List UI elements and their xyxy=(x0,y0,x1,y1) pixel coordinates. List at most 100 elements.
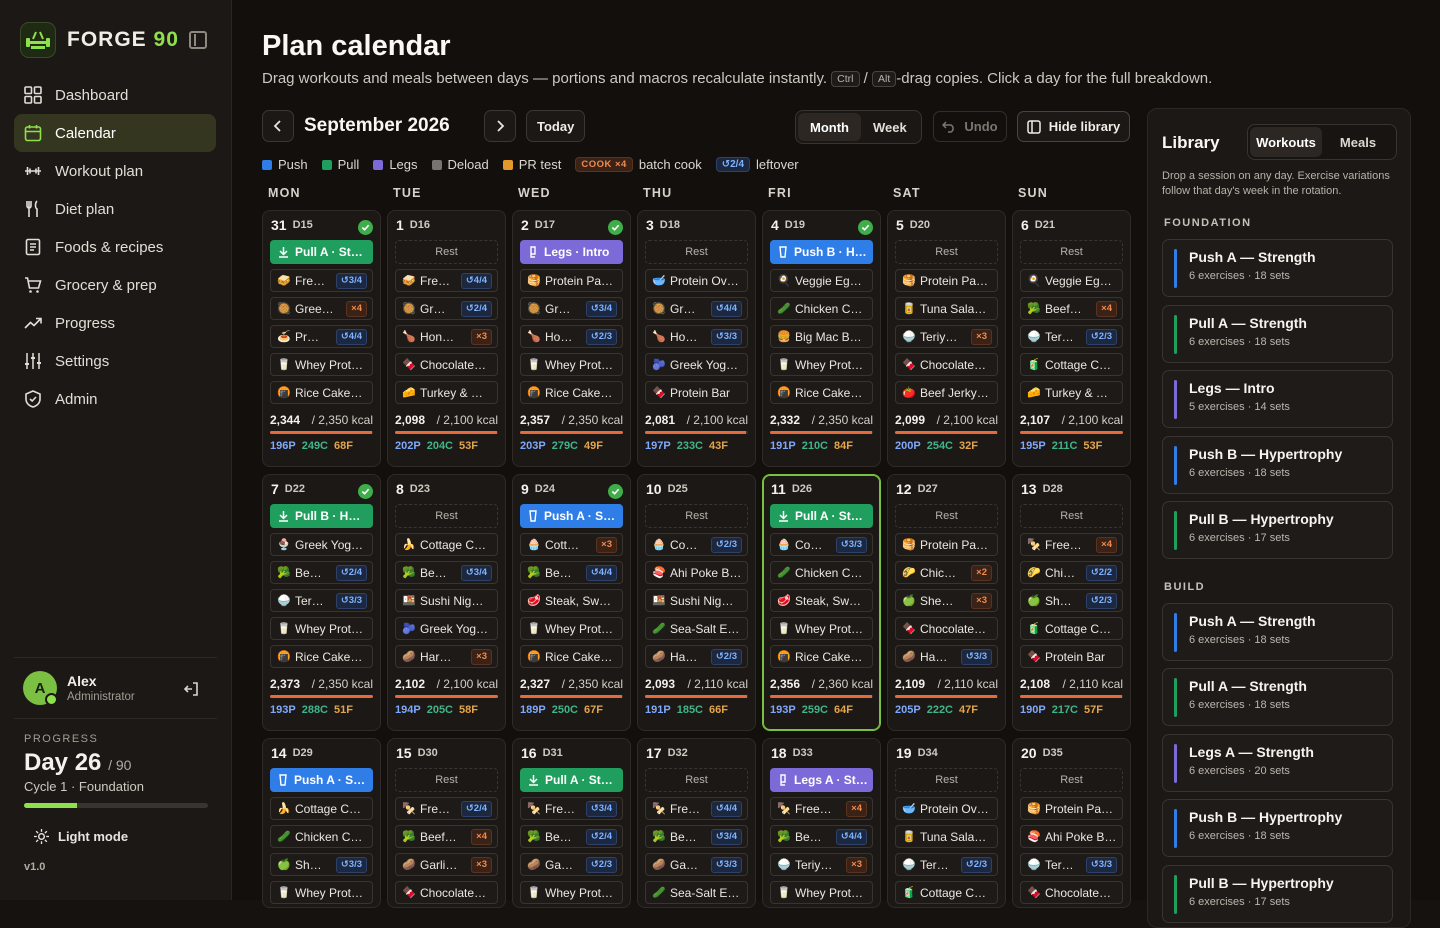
meal-chip[interactable]: 🍣 Ahi Poke B… xyxy=(1020,825,1123,848)
calendar-day[interactable]: 19 D34 Rest 🥣 Protein Ov… 🥫 Tuna Sala… 🍚 Ter… ↺2/… xyxy=(887,738,1006,908)
meal-chip[interactable]: 🍫 Protein Bar xyxy=(645,381,748,404)
meal-chip[interactable]: 🍫 Chocolate… xyxy=(395,881,498,904)
rest-day-slot[interactable]: Rest xyxy=(395,768,498,792)
meal-chip[interactable]: 🥔 Ha… ↺2/3 xyxy=(645,645,748,668)
library-workout-item[interactable]: Push B — Hypertrophy 6 exercises · 18 set… xyxy=(1162,435,1393,494)
calendar-day[interactable]: 18 D33 Legs A · St… 🍢 Free… ×4 🥦 Be… ↺4/4 🍚 Teriy…… xyxy=(762,738,881,908)
meal-chip[interactable]: 🍝 Pr… ↺4/4 xyxy=(270,325,373,348)
meal-chip[interactable]: 🥞 Protein Pa… xyxy=(520,269,623,292)
meal-chip[interactable]: 🥛 Whey Prot… xyxy=(770,881,873,904)
meal-chip[interactable]: 🍢 Free… ×4 xyxy=(1020,533,1123,556)
calendar-day[interactable]: 16 D31 Pull A · St… 🍢 Fre… ↺3/4 🥦 Be… ↺2/4 🥔 Ga… ↺2… xyxy=(512,738,631,908)
meal-chip[interactable]: 🥦 Beef… ×4 xyxy=(395,825,498,848)
today-button[interactable]: Today xyxy=(526,110,586,142)
meal-chip[interactable]: 🥘 Gr… ↺3/4 xyxy=(520,297,623,320)
sidebar-item-admin[interactable]: Admin xyxy=(14,380,216,418)
meal-chip[interactable]: 🥛 Whey Prot… xyxy=(270,617,373,640)
rest-day-slot[interactable]: Rest xyxy=(395,504,498,528)
workout-chip[interactable]: Pull A · St… xyxy=(520,768,623,792)
meal-chip[interactable]: 🥫 Tuna Sala… xyxy=(895,297,998,320)
calendar-day[interactable]: 15 D30 Rest 🍢 Fre… ↺2/4 🥦 Beef… ×4 🥔 Garli… ×3 🍫 Choc… xyxy=(387,738,506,908)
meal-chip[interactable]: 🥩 Steak, Sw… xyxy=(520,589,623,612)
rest-day-slot[interactable]: Rest xyxy=(895,240,998,264)
sidebar-item-foods-recipes[interactable]: Foods & recipes xyxy=(14,228,216,266)
undo-button[interactable]: Undo xyxy=(933,111,1007,142)
meal-chip[interactable]: 🥛 Whey Prot… xyxy=(770,353,873,376)
calendar-day[interactable]: 17 D32 Rest 🍢 Fre… ↺4/4 🥦 Be… ↺3/4 🥔 Ga… ↺3/3 🥒 Sea-S… xyxy=(637,738,756,908)
library-workout-item[interactable]: Pull B — Hypertrophy 6 exercises · 17 set… xyxy=(1162,501,1393,559)
workout-chip[interactable]: Legs · Intro xyxy=(520,240,623,264)
calendar-day[interactable]: 2 D17 Legs · Intro 🥞 Protein Pa… 🥘 Gr… ↺3/4 🍗 Ho…… xyxy=(512,210,631,467)
meal-chip[interactable]: 🧁 Co… ↺2/3 xyxy=(645,533,748,556)
meal-chip[interactable]: 🥒 Chicken C… xyxy=(770,297,873,320)
meal-chip[interactable]: 🍚 Ter… ↺3/3 xyxy=(270,589,373,612)
meal-chip[interactable]: 🍚 Ter… ↺2/3 xyxy=(895,853,998,876)
calendar-day[interactable]: 8 D23 Rest 🍌 Cottage C… 🥦 Be… ↺3/4 🍱 Sushi Nig… 🫐 G… xyxy=(387,474,506,731)
rest-day-slot[interactable]: Rest xyxy=(1020,240,1123,264)
meal-chip[interactable]: 🍗 Ho… ↺3/3 xyxy=(645,325,748,348)
meal-chip[interactable]: 🥘 Gr… ↺4/4 xyxy=(645,297,748,320)
meal-chip[interactable]: 🍗 Hon… ×3 xyxy=(395,325,498,348)
rest-day-slot[interactable]: Rest xyxy=(645,768,748,792)
hide-library-button[interactable]: Hide library xyxy=(1017,111,1130,142)
library-workout-item[interactable]: Pull A — Strength 6 exercises · 18 sets xyxy=(1162,668,1393,726)
meal-chip[interactable]: 🥦 Be… ↺4/4 xyxy=(770,825,873,848)
meal-chip[interactable]: 🍌 Cottage C… xyxy=(395,533,498,556)
workout-chip[interactable]: Push A · S… xyxy=(270,768,373,792)
prev-month-button[interactable] xyxy=(262,110,294,142)
calendar-day[interactable]: 13 D28 Rest 🍢 Free… ×4 🌮 Chi… ↺2/2 🍏 Sh… ↺2/3 🧃 Cotta… xyxy=(1012,474,1131,731)
sidebar-item-grocery-prep[interactable]: Grocery & prep xyxy=(14,266,216,304)
sidebar-item-settings[interactable]: Settings xyxy=(14,342,216,380)
meal-chip[interactable]: 🥞 Protein Pa… xyxy=(1020,797,1123,820)
workout-chip[interactable]: Pull A · St… xyxy=(270,240,373,264)
meal-chip[interactable]: 🥘 Gr… ↺2/4 xyxy=(395,297,498,320)
meal-chip[interactable]: 🥦 Beef… ×4 xyxy=(1020,297,1123,320)
calendar-day[interactable]: 14 D29 Push A · S… 🍌 Cottage C… 🥒 Chicken C… 🍏 S… xyxy=(262,738,381,908)
meal-chip[interactable]: 🌮 Chi… ↺2/2 xyxy=(1020,561,1123,584)
rest-day-slot[interactable]: Rest xyxy=(1020,504,1123,528)
calendar-day[interactable]: 3 D18 Rest 🥣 Protein Ov… 🥘 Gr… ↺4/4 🍗 Ho… ↺3/3 🫐 Gre… xyxy=(637,210,756,467)
meal-chip[interactable]: 🥛 Whey Prot… xyxy=(520,617,623,640)
meal-chip[interactable]: 🧃 Cottage C… xyxy=(1020,353,1123,376)
meal-chip[interactable]: 🥞 Protein Pa… xyxy=(895,269,998,292)
meal-chip[interactable]: 🥒 Chicken C… xyxy=(270,825,373,848)
meal-chip[interactable]: 🍚 Ter… ↺3/3 xyxy=(1020,853,1123,876)
view-month-button[interactable]: Month xyxy=(798,113,861,141)
meal-chip[interactable]: 🧁 Cott… ×3 xyxy=(520,533,623,556)
meal-chip[interactable]: 🍫 Protein Bar xyxy=(1020,645,1123,668)
meal-chip[interactable]: 🍌 Cottage C… xyxy=(270,797,373,820)
rest-day-slot[interactable]: Rest xyxy=(395,240,498,264)
calendar-day[interactable]: 6 D21 Rest 🍳 Veggie Eg… 🥦 Beef… ×4 🍚 Ter… ↺2/3 🧃 Cot… xyxy=(1012,210,1131,467)
meal-chip[interactable]: 🍅 Beef Jerky… xyxy=(895,381,998,404)
meal-chip[interactable]: 🥔 Ga… ↺3/3 xyxy=(645,853,748,876)
calendar-day[interactable]: 4 D19 Push B · H… 🍳 Veggie Eg… 🥒 Chicken C… 🍔 Bi… xyxy=(762,210,881,467)
meal-chip[interactable]: 🥦 Be… ↺4/4 xyxy=(520,561,623,584)
meal-chip[interactable]: 🍏 Sh… ↺3/3 xyxy=(270,853,373,876)
meal-chip[interactable]: 🥪 Fre… ↺3/4 xyxy=(270,269,373,292)
workout-chip[interactable]: Push B · H… xyxy=(770,240,873,264)
workout-chip[interactable]: Push A · S… xyxy=(520,504,623,528)
meal-chip[interactable]: 🥔 Ga… ↺2/3 xyxy=(520,853,623,876)
meal-chip[interactable]: 🥔 Garli… ×3 xyxy=(395,853,498,876)
meal-chip[interactable]: 🍘 Rice Cake… xyxy=(770,645,873,668)
rest-day-slot[interactable]: Rest xyxy=(1020,768,1123,792)
library-workout-item[interactable]: Push A — Strength 6 exercises · 18 sets xyxy=(1162,602,1393,661)
sidebar-item-workout-plan[interactable]: Workout plan xyxy=(14,152,216,190)
meal-chip[interactable]: 🥒 Sea-Salt E… xyxy=(645,617,748,640)
meal-chip[interactable]: 🥛 Whey Prot… xyxy=(270,881,373,904)
meal-chip[interactable]: 🍣 Ahi Poke B… xyxy=(645,561,748,584)
sidebar-item-calendar[interactable]: Calendar xyxy=(14,114,216,152)
meal-chip[interactable]: 🍘 Rice Cake… xyxy=(270,645,373,668)
meal-chip[interactable]: 🍘 Rice Cake… xyxy=(520,645,623,668)
sidebar-item-progress[interactable]: Progress xyxy=(14,304,216,342)
meal-chip[interactable]: 🥦 Be… ↺3/4 xyxy=(645,825,748,848)
meal-chip[interactable]: 🥛 Whey Prot… xyxy=(770,617,873,640)
meal-chip[interactable]: 🥫 Tuna Sala… xyxy=(895,825,998,848)
tab-meals[interactable]: Meals xyxy=(1322,127,1394,157)
meal-chip[interactable]: 🍱 Sushi Nig… xyxy=(645,589,748,612)
meal-chip[interactable]: 🧃 Cottage C… xyxy=(895,881,998,904)
meal-chip[interactable]: 🧀 Turkey & … xyxy=(1020,381,1123,404)
meal-chip[interactable]: 🍢 Fre… ↺4/4 xyxy=(645,797,748,820)
calendar-day[interactable]: 10 D25 Rest 🧁 Co… ↺2/3 🍣 Ahi Poke B… 🍱 Sushi Nig…… xyxy=(637,474,756,731)
sidebar-item-dashboard[interactable]: Dashboard xyxy=(14,76,216,114)
